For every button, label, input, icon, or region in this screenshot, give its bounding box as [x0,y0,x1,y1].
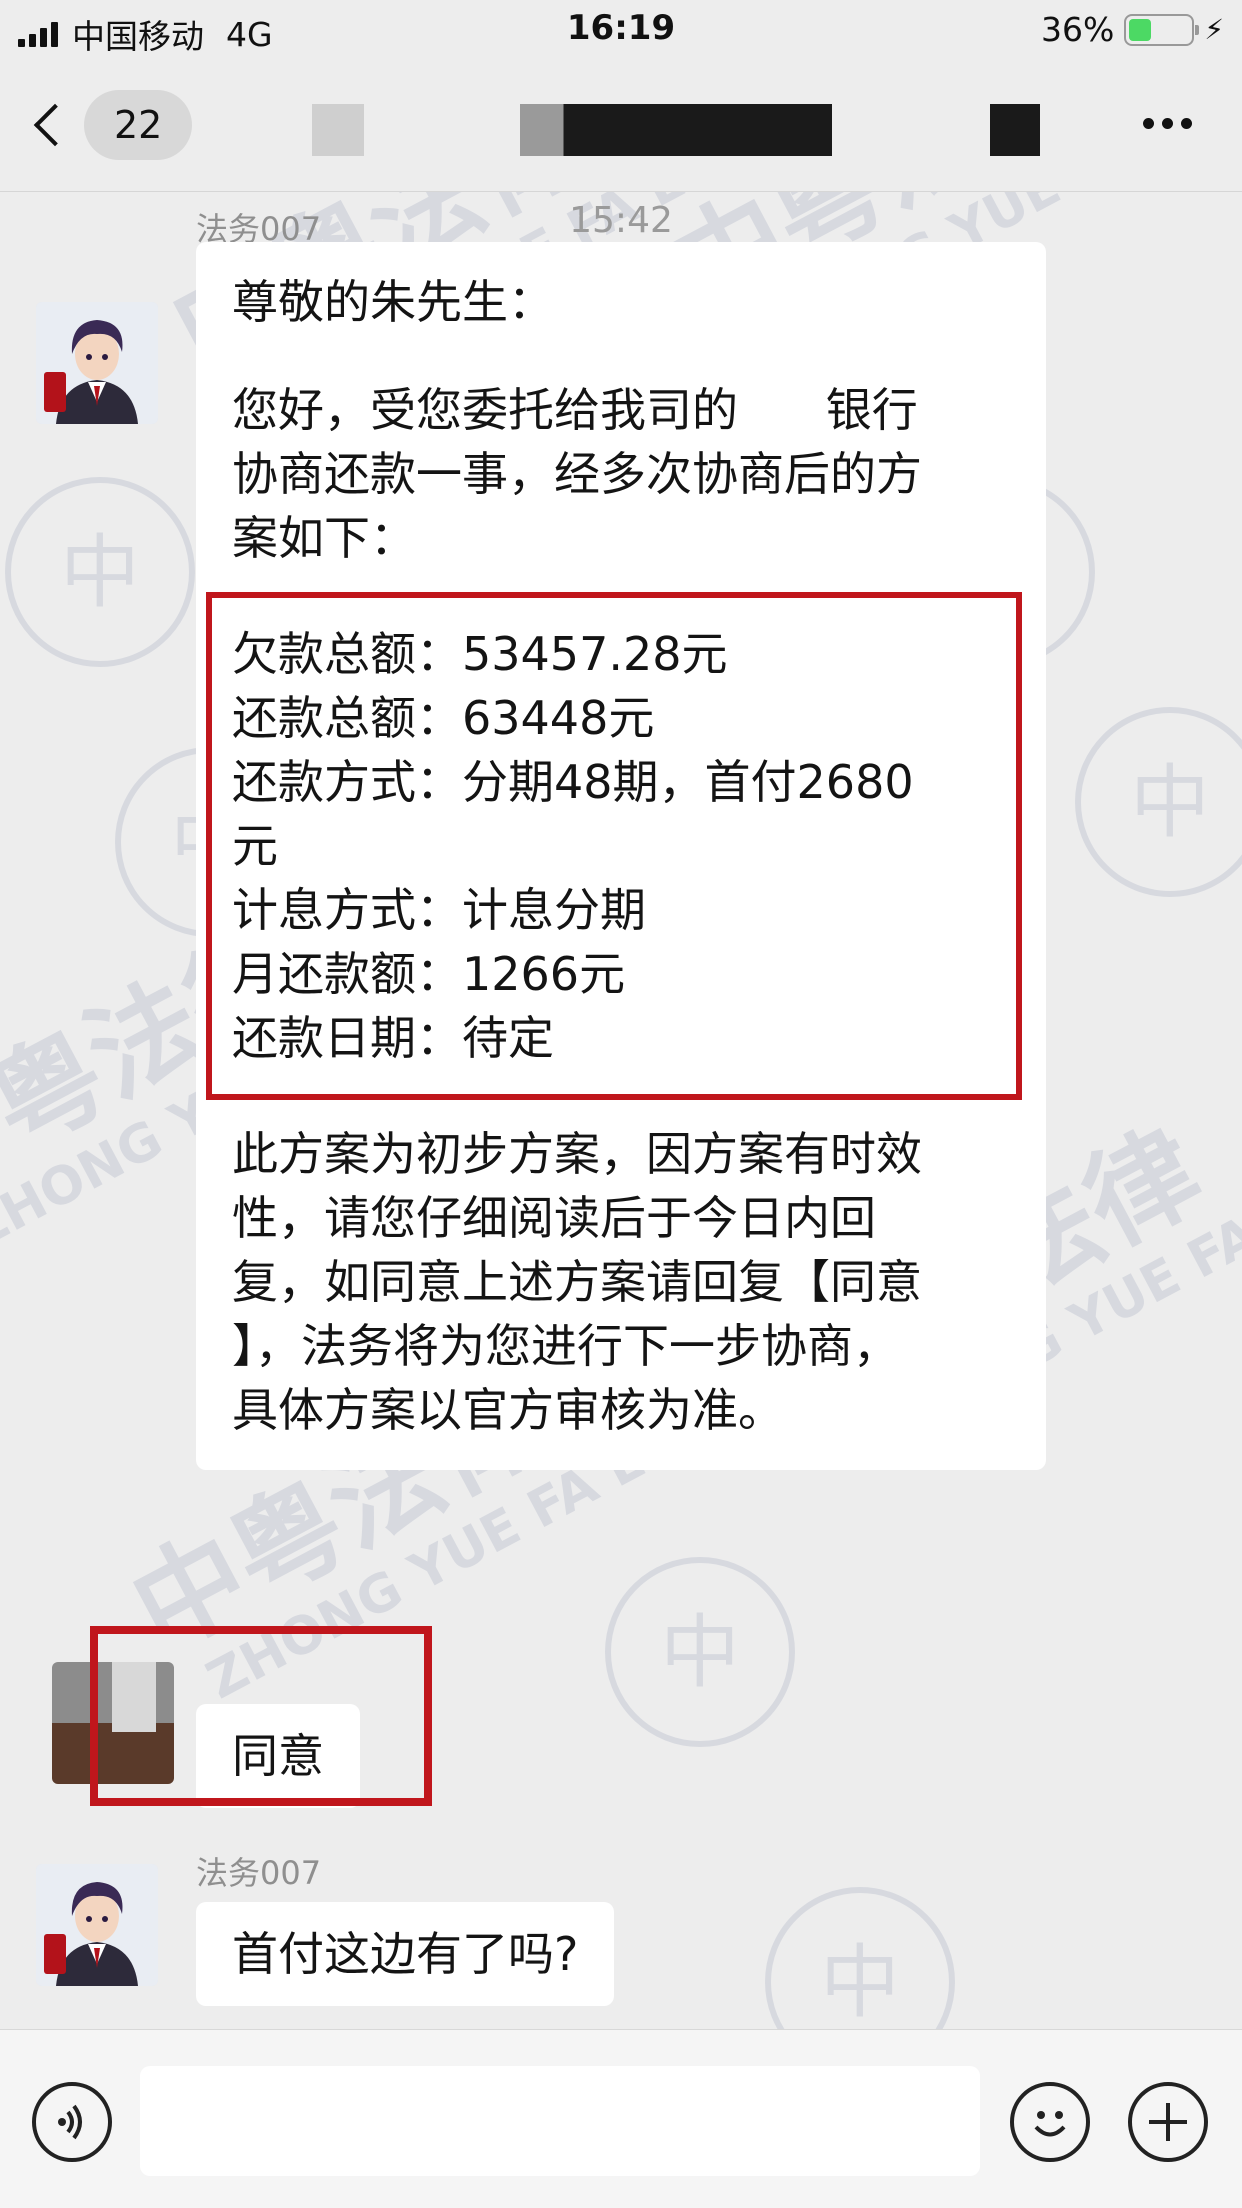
plan-line-repay-method: 还款方式：分期48期，首付2680 [232,755,914,809]
add-button[interactable] [1128,2082,1208,2162]
battery-percent: 36% [1040,10,1115,49]
plan-line-repay-method-cont: 元 [232,819,278,873]
redacted-title [520,104,832,156]
input-bar [0,2029,1242,2208]
repayment-plan-box: 欠款总额：53457.28元 还款总额：63448元 还款方式：分期48期，首付… [206,592,1022,1100]
chat-area: 中粤法律 ZHONG YUE FA LV 中粤法律 ZHONG YUE FA L… [0,192,1242,2029]
emoji-button[interactable] [1010,2082,1090,2162]
seal-char: 中 [820,1936,900,2029]
redacted-block [312,104,364,156]
plan-line-interest-method: 计息方式：计息分期 [232,883,646,937]
plan-line-monthly-payment: 月还款额：1266元 [232,947,626,1001]
avatar[interactable] [36,1864,158,1986]
seal-char: 中 [60,526,140,619]
plus-icon [1149,2103,1187,2141]
redacted-block [990,104,1040,156]
message-greeting: 尊敬的朱先生： [232,275,554,329]
message-input[interactable] [140,2066,980,2176]
reply-highlight-box [90,1626,432,1806]
chat-header: 22 [0,62,1242,192]
message-bubble[interactable]: 尊敬的朱先生： 您好，受您委托给我司的 银行 协商还款一事，经多次协商后的方 案… [196,242,1046,1470]
plan-line-repay-total: 还款总额：63448元 [232,691,655,745]
plan-line-debt-total: 欠款总额：53457.28元 [232,627,728,681]
charging-icon: ⚡ [1204,13,1224,46]
back-chevron-icon [33,103,77,147]
back-button[interactable]: 22 [33,90,193,160]
more-options-icon[interactable] [1143,118,1192,129]
unread-count-badge[interactable]: 22 [84,90,193,160]
lawyer-avatar-icon [36,1864,158,1986]
plan-line-repay-date: 还款日期：待定 [232,1011,554,1065]
message-text: 首付这边有了吗? [232,1927,579,1981]
message-bubble[interactable]: 首付这边有了吗? [196,1902,615,2006]
seal-char: 中 [660,1606,740,1699]
status-bar: 中国移动 4G 16:19 36% ⚡ [0,0,1242,62]
sender-name: 法务007 [196,1854,322,1892]
lawyer-avatar-icon [36,302,158,424]
message-outro: 此方案为初步方案，因方案有时效 性，请您仔细阅读后于今日内回 复，如同意上述方案… [232,1127,922,1437]
battery-icon [1124,13,1200,46]
message-intro: 您好，受您委托给我司的 银行 协商还款一事，经多次协商后的方 案如下： [232,383,922,565]
avatar[interactable] [36,302,158,424]
emoji-icon [1034,2111,1066,2137]
seal-char: 中 [1130,756,1210,849]
voice-button[interactable] [32,2082,112,2162]
message-timestamp: 15:42 [569,200,673,241]
voice-icon [58,2104,82,2140]
